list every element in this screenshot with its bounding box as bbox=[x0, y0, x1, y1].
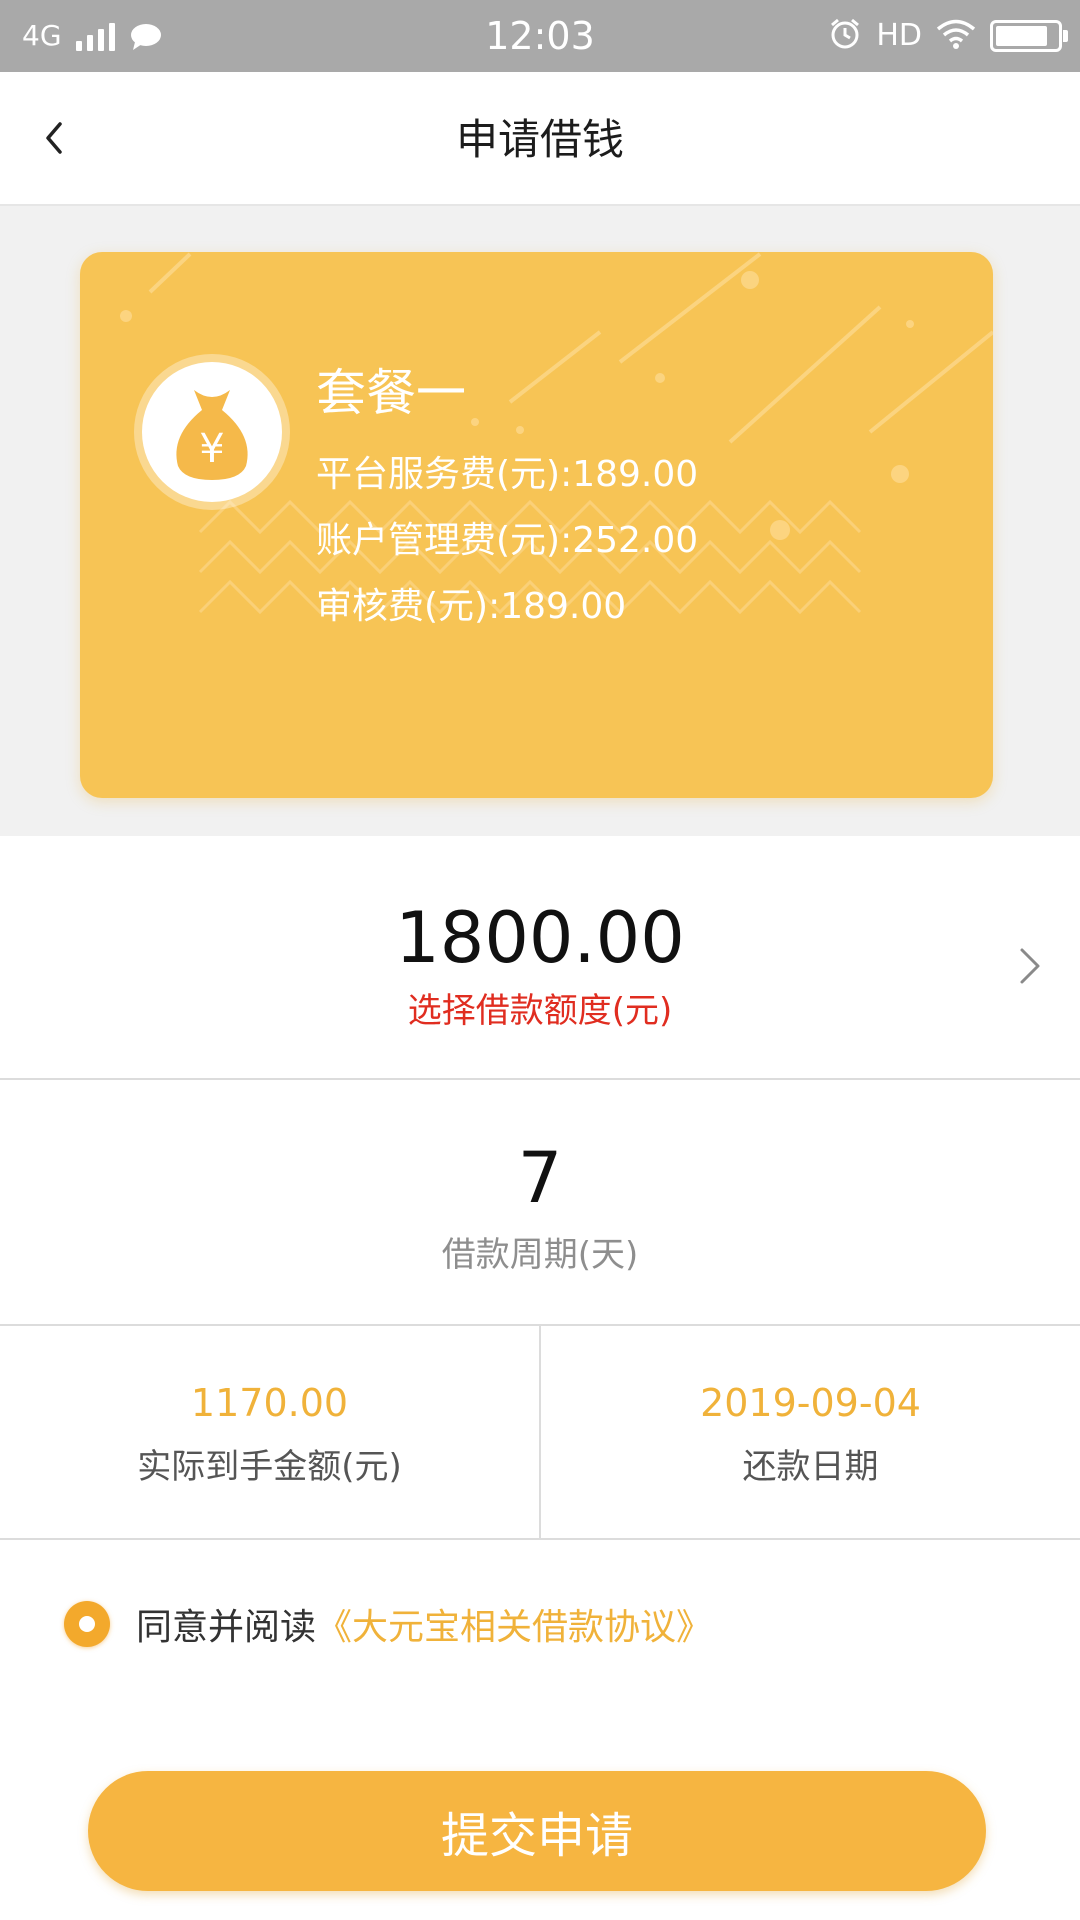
hd-indicator: HD bbox=[876, 18, 922, 53]
nav-bar: 申请借钱 bbox=[0, 72, 1080, 206]
loan-period-value: 7 bbox=[517, 1137, 563, 1219]
chevron-right-icon bbox=[1020, 948, 1040, 984]
package-icon-circle: ¥ bbox=[142, 362, 282, 502]
status-bar: 4G 12:03 HD bbox=[0, 0, 1080, 72]
package-card: ¥ 套餐一 平台服务费(元):189.00 账户管理费(元):252.00 审核… bbox=[80, 252, 993, 798]
svg-text:¥: ¥ bbox=[199, 426, 224, 472]
received-amount-cell: 1170.00 实际到手金额(元) bbox=[0, 1326, 541, 1538]
money-bag-icon: ¥ bbox=[176, 390, 248, 480]
review-fee: 审核费(元):189.00 bbox=[316, 586, 627, 627]
page-title: 申请借钱 bbox=[455, 115, 624, 164]
agreement-row: 同意并阅读 《大元宝相关借款协议》 bbox=[64, 1594, 712, 1654]
loan-amount-selector[interactable]: 1800.00 选择借款额度(元) bbox=[0, 836, 1080, 1080]
loan-amount-label: 选择借款额度(元) bbox=[407, 991, 673, 1031]
battery-level bbox=[996, 26, 1047, 46]
received-amount-label: 实际到手金额(元) bbox=[137, 1447, 402, 1487]
repay-date-value: 2019-09-04 bbox=[700, 1381, 921, 1425]
agreement-prefix: 同意并阅读 bbox=[136, 1607, 317, 1648]
platform-fee: 平台服务费(元):189.00 bbox=[316, 454, 699, 495]
agreement-radio[interactable] bbox=[64, 1601, 110, 1647]
received-amount-value: 1170.00 bbox=[190, 1381, 349, 1425]
loan-period: 7 借款周期(天) bbox=[0, 1080, 1080, 1326]
package-info: 套餐一 平台服务费(元):189.00 账户管理费(元):252.00 审核费(… bbox=[316, 360, 698, 640]
agreement-link[interactable]: 《大元宝相关借款协议》 bbox=[316, 1598, 712, 1650]
loan-amount-value: 1800.00 bbox=[395, 897, 685, 979]
package-title: 套餐一 bbox=[316, 364, 466, 422]
loan-period-label: 借款周期(天) bbox=[441, 1235, 639, 1275]
account-fee: 账户管理费(元):252.00 bbox=[316, 520, 699, 561]
alarm-icon bbox=[828, 17, 862, 55]
status-right: HD bbox=[828, 16, 1068, 56]
wifi-icon bbox=[936, 18, 976, 54]
repay-date-label: 还款日期 bbox=[742, 1447, 879, 1487]
loan-summary: 1170.00 实际到手金额(元) 2019-09-04 还款日期 bbox=[0, 1326, 1080, 1540]
battery-icon bbox=[990, 20, 1068, 52]
repay-date-cell: 2019-09-04 还款日期 bbox=[541, 1326, 1080, 1538]
submit-button[interactable]: 提交申请 bbox=[88, 1771, 986, 1891]
package-section: ¥ 套餐一 平台服务费(元):189.00 账户管理费(元):252.00 审核… bbox=[0, 206, 1080, 836]
